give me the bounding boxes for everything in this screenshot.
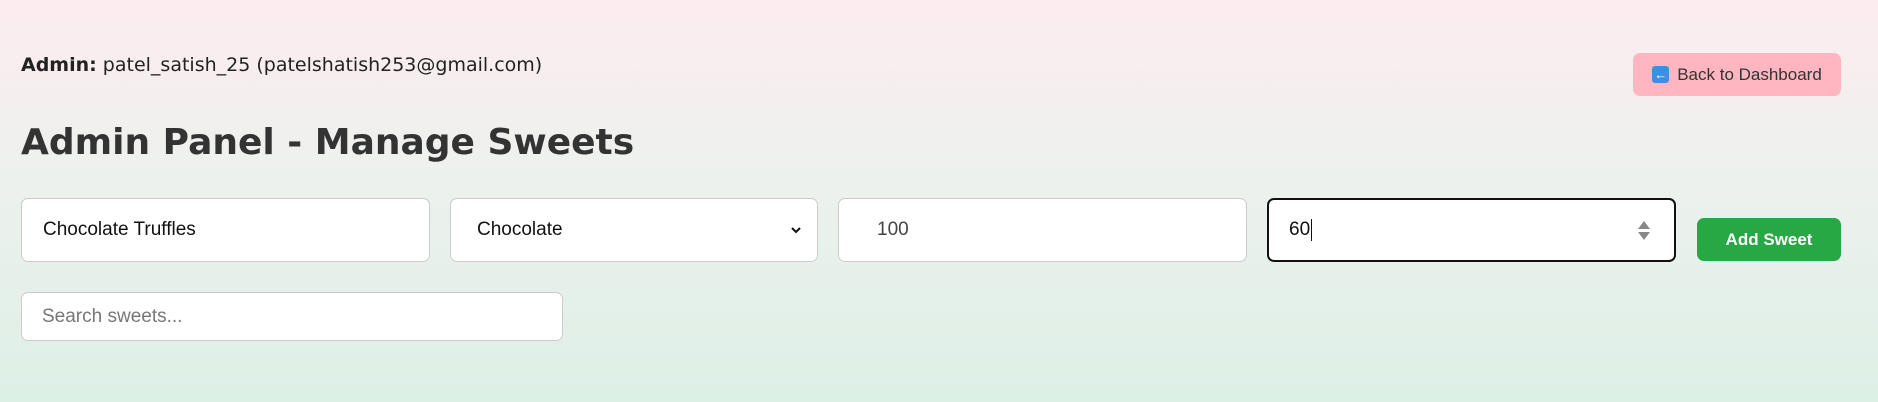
admin-label: Admin: [21, 54, 97, 76]
admin-info: Admin: patel_satish_25 (patelshatish253@… [21, 54, 542, 76]
search-input[interactable]: Search sweets... [21, 292, 563, 341]
back-button-label: Back to Dashboard [1677, 64, 1822, 84]
sweet-name-input[interactable]: Chocolate Truffles [21, 198, 430, 262]
number-spinner-icon[interactable] [1638, 220, 1650, 240]
sweet-name-value: Chocolate Truffles [43, 219, 196, 240]
text-caret [1311, 218, 1313, 241]
page-title: Admin Panel - Manage Sweets [21, 122, 635, 163]
category-value: Chocolate [477, 219, 563, 240]
admin-user: patel_satish_25 (patelshatish253@gmail.c… [102, 54, 543, 76]
price-value: 100 [877, 219, 909, 240]
back-to-dashboard-button[interactable]: ← Back to Dashboard [1633, 53, 1841, 96]
spinner-up-icon[interactable] [1638, 220, 1650, 229]
chevron-down-icon [791, 227, 801, 234]
search-placeholder: Search sweets... [42, 305, 183, 327]
add-sweet-button[interactable]: Add Sweet [1697, 218, 1841, 261]
spinner-down-icon[interactable] [1638, 231, 1650, 240]
left-arrow-icon: ← [1652, 66, 1670, 83]
quantity-input[interactable]: 60 [1267, 198, 1676, 262]
category-select[interactable]: Chocolate [450, 198, 818, 262]
quantity-value: 60 [1289, 219, 1311, 240]
price-input[interactable]: 100 [838, 198, 1247, 262]
